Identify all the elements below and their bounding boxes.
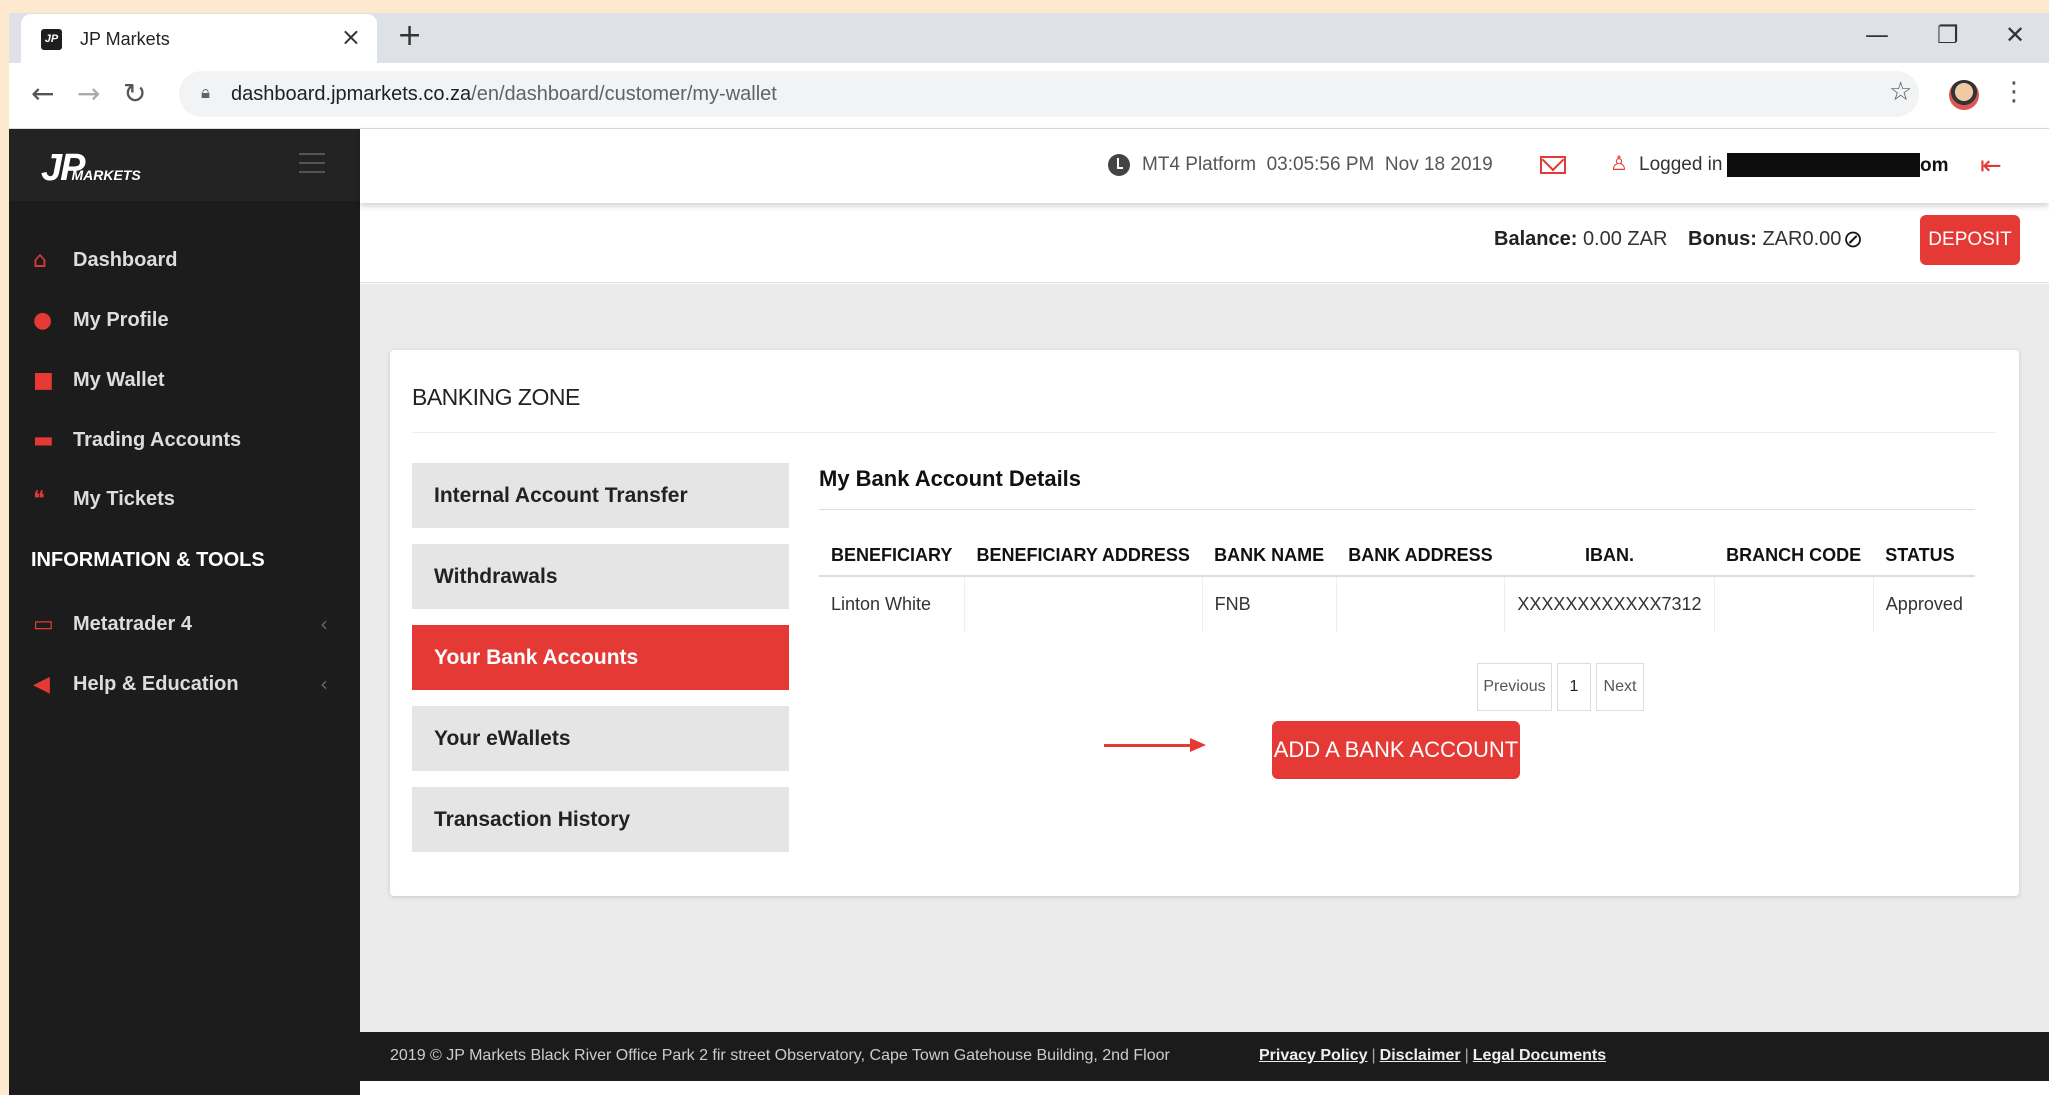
window-close-icon[interactable]: ✕ — [2005, 21, 2025, 49]
user-outline-icon: ♙ — [1610, 151, 1628, 175]
pagination-next[interactable]: Next — [1596, 663, 1644, 711]
logout-icon[interactable]: ⇤ — [1980, 151, 2002, 181]
footer: 2019 © JP Markets Black River Office Par… — [360, 1032, 2049, 1081]
cell-beneficiary-address — [964, 576, 1203, 632]
cell-beneficiary: Linton White — [819, 576, 965, 632]
redacted-email — [1727, 153, 1920, 177]
sidebar-item-trading-accounts[interactable]: ▬ Trading Accounts — [9, 415, 360, 465]
laptop-icon: ▭ — [33, 611, 54, 637]
tab-close-icon[interactable]: × — [341, 23, 361, 51]
menu-your-ewallets[interactable]: Your eWallets — [412, 706, 789, 771]
minimize-icon[interactable]: — — [1865, 21, 1889, 49]
favicon-icon: JP — [41, 29, 62, 50]
chevron-left-icon: ‹ — [320, 612, 328, 636]
menu-your-bank-accounts[interactable]: Your Bank Accounts — [412, 625, 789, 690]
email-tail: om — [1920, 155, 1949, 176]
main-content: BANKING ZONE Internal Account Transfer W… — [360, 284, 2049, 1032]
footer-address: 2019 © JP Markets Black River Office Par… — [390, 1047, 1170, 1064]
add-bank-account-button[interactable]: ADD A BANK ACCOUNT — [1272, 721, 1520, 779]
card-title: BANKING ZONE — [412, 384, 580, 410]
briefcase-icon: ▬ — [33, 427, 54, 453]
balance-bar: Balance: 0.00 ZAR Bonus: ZAR0.00 ⊘ DEPOS… — [360, 203, 2049, 283]
bonus-display: Bonus: ZAR0.00 — [1688, 228, 1842, 250]
logged-in-label: Logged in — [1639, 154, 1723, 175]
comments-icon: ❝ — [33, 486, 45, 512]
address-bar[interactable]: 🔒︎ dashboard.jpmarkets.co.za/en/dashboar… — [179, 71, 1919, 117]
col-status: STATUS — [1873, 536, 1975, 577]
sidebar-item-my-wallet[interactable]: ■ My Wallet — [9, 355, 360, 405]
browser-window: JP JP Markets × + — ❐ ✕ ← → ↻ 🔒︎ dashboa… — [9, 13, 2049, 1095]
col-beneficiary-address: BENEFICIARY ADDRESS — [964, 536, 1203, 577]
sidebar: JPMARKETS ⌂ Dashboard ● My Profile ■ My … — [9, 129, 360, 1095]
home-icon: ⌂ — [33, 247, 47, 273]
user-icon: ● — [33, 307, 53, 333]
menu-transaction-history[interactable]: Transaction History — [412, 787, 789, 852]
browser-tab[interactable]: JP JP Markets × — [21, 14, 377, 63]
back-icon[interactable]: ← — [31, 77, 54, 110]
profile-avatar[interactable] — [1949, 80, 1979, 110]
hamburger-menu-icon[interactable] — [299, 153, 325, 173]
reload-icon[interactable]: ↻ — [123, 77, 146, 110]
jp-markets-logo[interactable]: JPMARKETS — [41, 147, 141, 190]
table-header-row: BENEFICIARY BENEFICIARY ADDRESS BANK NAM… — [819, 536, 1975, 577]
menu-withdrawals[interactable]: Withdrawals — [412, 544, 789, 609]
col-iban: IBAN. — [1504, 536, 1715, 577]
logo-area: JPMARKETS — [9, 129, 360, 201]
platform-clock: MT4 Platform 03:05:56 PM Nov 18 2019 — [1142, 154, 1493, 175]
col-bank-address: BANK ADDRESS — [1336, 536, 1505, 577]
browser-toolbar: ← → ↻ 🔒︎ dashboard.jpmarkets.co.za/en/da… — [9, 63, 2049, 129]
forward-icon[interactable]: → — [77, 77, 100, 110]
col-beneficiary: BENEFICIARY — [819, 536, 965, 577]
balance-display: Balance: 0.00 ZAR — [1494, 228, 1668, 250]
top-header: MT4 Platform 03:05:56 PM Nov 18 2019 ♙ L… — [360, 129, 2049, 203]
new-tab-button[interactable]: + — [397, 18, 422, 53]
col-branch-code: BRANCH CODE — [1714, 536, 1874, 577]
pagination-previous[interactable]: Previous — [1477, 663, 1552, 711]
tab-title: JP Markets — [80, 29, 170, 49]
lock-icon: 🔒︎ — [201, 83, 211, 103]
sidebar-item-help-education[interactable]: ◀ Help & Education ‹ — [9, 659, 360, 709]
pointer-arrow-icon — [1104, 744, 1194, 747]
divider — [819, 509, 1975, 510]
footer-links: Privacy Policy | Disclaimer | Legal Document… — [1259, 1047, 1607, 1064]
sidebar-item-my-tickets[interactable]: ❝ My Tickets — [9, 474, 360, 524]
folder-icon: ■ — [33, 367, 54, 393]
restore-icon[interactable]: ❐ — [1937, 21, 1959, 49]
tab-strip: JP JP Markets × + — ❐ ✕ — [9, 13, 2049, 63]
cell-bank-address — [1336, 576, 1506, 632]
bank-accounts-table: BENEFICIARY BENEFICIARY ADDRESS BANK NAM… — [819, 536, 1975, 632]
url-text: dashboard.jpmarkets.co.za/en/dashboard/c… — [231, 83, 777, 105]
mail-icon[interactable] — [1540, 156, 1566, 174]
deposit-button[interactable]: DEPOSIT — [1920, 215, 2020, 265]
banking-zone-card: BANKING ZONE Internal Account Transfer W… — [390, 350, 2019, 896]
sidebar-item-my-profile[interactable]: ● My Profile — [9, 295, 360, 345]
legal-documents-link[interactable]: Legal Documents — [1473, 1047, 1606, 1064]
sidebar-section-heading: INFORMATION & TOOLS — [31, 549, 265, 571]
pagination-page-1[interactable]: 1 — [1557, 663, 1591, 711]
cell-branch-code — [1714, 576, 1874, 632]
menu-internal-account-transfer[interactable]: Internal Account Transfer — [412, 463, 789, 528]
clock-icon — [1108, 154, 1130, 176]
divider — [412, 432, 1996, 433]
table-row: Linton White FNB XXXXXXXXXXXX7312 Approv… — [819, 576, 1975, 632]
cell-iban: XXXXXXXXXXXX7312 — [1504, 576, 1715, 632]
pointer-arrow-head-icon — [1190, 738, 1206, 752]
bookmark-star-icon[interactable]: ☆ — [1889, 77, 1912, 107]
eye-slash-icon[interactable]: ⊘ — [1843, 225, 1863, 253]
browser-menu-icon[interactable]: ⋮ — [2001, 77, 2027, 107]
chevron-left-icon: ‹ — [320, 672, 328, 696]
privacy-policy-link[interactable]: Privacy Policy — [1259, 1047, 1368, 1064]
section-title: My Bank Account Details — [819, 466, 1082, 491]
sidebar-item-metatrader-4[interactable]: ▭ Metatrader 4 ‹ — [9, 599, 360, 649]
status-badge: Approved — [1885, 594, 1963, 614]
sidebar-item-dashboard[interactable]: ⌂ Dashboard — [9, 235, 360, 285]
megaphone-icon: ◀ — [33, 671, 50, 697]
disclaimer-link[interactable]: Disclaimer — [1380, 1047, 1461, 1064]
col-bank-name: BANK NAME — [1202, 536, 1337, 577]
cell-bank-name: FNB — [1202, 576, 1337, 632]
